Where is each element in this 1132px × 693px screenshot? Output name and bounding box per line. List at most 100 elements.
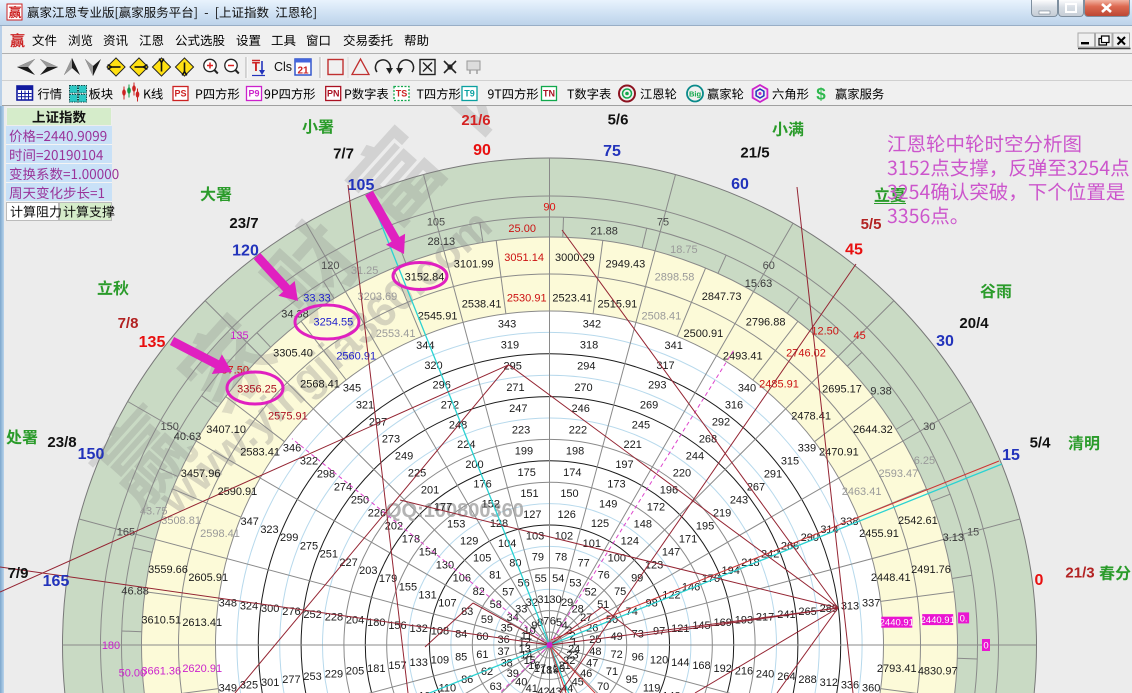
svg-text:205: 205 (346, 666, 364, 678)
svg-text:2613.41: 2613.41 (182, 617, 222, 629)
svg-text:173: 173 (607, 479, 625, 491)
svg-text:37: 37 (497, 646, 509, 658)
svg-text:2568.41: 2568.41 (300, 378, 340, 390)
svg-text:59: 59 (481, 614, 493, 626)
svg-text:33.33: 33.33 (303, 293, 331, 305)
svg-text:43.75: 43.75 (140, 506, 168, 518)
svg-text:2847.73: 2847.73 (702, 291, 742, 303)
svg-text:229: 229 (325, 668, 343, 680)
svg-text:2455.91: 2455.91 (859, 528, 899, 540)
svg-text:119: 119 (643, 682, 661, 693)
svg-text:105: 105 (473, 552, 491, 564)
svg-text:30: 30 (923, 421, 935, 433)
svg-text:Cls: Cls (274, 60, 292, 74)
svg-text:52: 52 (585, 586, 597, 598)
svg-text:340: 340 (738, 383, 756, 395)
svg-text:2485.91: 2485.91 (759, 378, 799, 390)
svg-text:301: 301 (261, 677, 279, 689)
svg-text:12.50: 12.50 (811, 326, 839, 338)
svg-text:342: 342 (583, 318, 601, 330)
svg-text:292: 292 (712, 417, 730, 429)
svg-text:60: 60 (476, 631, 488, 643)
svg-text:77: 77 (577, 558, 589, 570)
svg-text:293: 293 (648, 380, 666, 392)
svg-text:70: 70 (597, 681, 609, 693)
svg-text:270: 270 (574, 382, 592, 394)
svg-text:54: 54 (552, 573, 564, 585)
svg-text:2793.41: 2793.41 (877, 663, 917, 675)
svg-text:2553.41: 2553.41 (376, 328, 416, 340)
svg-text:249: 249 (395, 451, 413, 463)
svg-text:347: 347 (241, 516, 259, 528)
svg-text:3305.40: 3305.40 (273, 348, 313, 360)
svg-text:3.13: 3.13 (943, 532, 964, 544)
svg-text:176: 176 (473, 479, 491, 491)
svg-text:3407.10: 3407.10 (206, 424, 246, 436)
svg-text:3661.36: 3661.36 (141, 665, 181, 677)
svg-text:168: 168 (692, 660, 710, 672)
svg-text:5/6: 5/6 (608, 112, 629, 129)
svg-text:15: 15 (1002, 447, 1020, 464)
svg-text:7/8: 7/8 (118, 315, 139, 332)
svg-text:15.63: 15.63 (745, 278, 773, 290)
svg-text:3152.84: 3152.84 (405, 272, 445, 284)
svg-text:120: 120 (232, 243, 259, 260)
svg-text:323: 323 (260, 524, 278, 536)
svg-text:Big: Big (689, 89, 702, 98)
svg-text:2523.41: 2523.41 (552, 293, 592, 305)
svg-text:120: 120 (650, 654, 668, 666)
svg-text:147: 147 (662, 547, 680, 559)
svg-text:3356.25: 3356.25 (237, 384, 277, 396)
svg-text:53: 53 (569, 578, 581, 590)
svg-text:3000.29: 3000.29 (555, 252, 595, 264)
svg-text:149: 149 (599, 498, 617, 510)
svg-text:3101.99: 3101.99 (454, 259, 494, 271)
svg-text:20/4: 20/4 (959, 315, 989, 332)
svg-text:153: 153 (447, 518, 465, 530)
svg-text:3254.55: 3254.55 (314, 317, 354, 329)
svg-text:2493.41: 2493.41 (723, 351, 763, 363)
svg-text:318: 318 (580, 340, 598, 352)
svg-text:124: 124 (621, 535, 639, 547)
svg-text:2470.91: 2470.91 (819, 447, 859, 459)
svg-text:5/5: 5/5 (861, 216, 882, 233)
svg-text:223: 223 (512, 424, 530, 436)
svg-text:0: 0 (1035, 572, 1044, 589)
svg-text:0: 0 (983, 641, 988, 652)
svg-text:3559.66: 3559.66 (148, 564, 188, 576)
svg-text:203: 203 (359, 565, 377, 577)
svg-text:46: 46 (580, 668, 592, 680)
svg-text:2695.17: 2695.17 (822, 384, 862, 396)
svg-text:6: 6 (550, 615, 556, 627)
svg-text:2508.41: 2508.41 (642, 311, 682, 323)
svg-text:76: 76 (598, 569, 610, 581)
svg-text:5/4: 5/4 (1030, 435, 1052, 452)
svg-text:294: 294 (577, 361, 595, 373)
svg-text:345: 345 (343, 383, 361, 395)
svg-text:4: 4 (562, 620, 568, 632)
svg-text:2463.41: 2463.41 (842, 486, 882, 498)
svg-text:250: 250 (351, 495, 369, 507)
svg-text:75: 75 (603, 143, 621, 160)
svg-text:174: 174 (563, 467, 581, 479)
svg-text:31: 31 (537, 594, 549, 606)
svg-text:2949.43: 2949.43 (606, 259, 646, 271)
svg-text:360: 360 (862, 682, 880, 693)
svg-text:71: 71 (606, 666, 618, 678)
svg-text:3457.96: 3457.96 (181, 468, 221, 480)
svg-text:3203.69: 3203.69 (358, 291, 398, 303)
svg-text:28: 28 (572, 603, 584, 615)
svg-text:50.00: 50.00 (119, 667, 147, 679)
svg-text:312: 312 (820, 677, 838, 689)
svg-text:272: 272 (441, 400, 459, 412)
svg-text:275: 275 (300, 540, 318, 552)
svg-text:129: 129 (460, 535, 478, 547)
svg-text:288: 288 (798, 674, 816, 686)
svg-text:45: 45 (853, 330, 865, 342)
svg-text:244: 244 (686, 451, 704, 463)
svg-text:251: 251 (320, 549, 338, 561)
svg-text:107: 107 (438, 598, 456, 610)
svg-text:175: 175 (518, 467, 536, 479)
svg-text:101: 101 (583, 538, 601, 550)
svg-text:2478.41: 2478.41 (791, 411, 831, 423)
